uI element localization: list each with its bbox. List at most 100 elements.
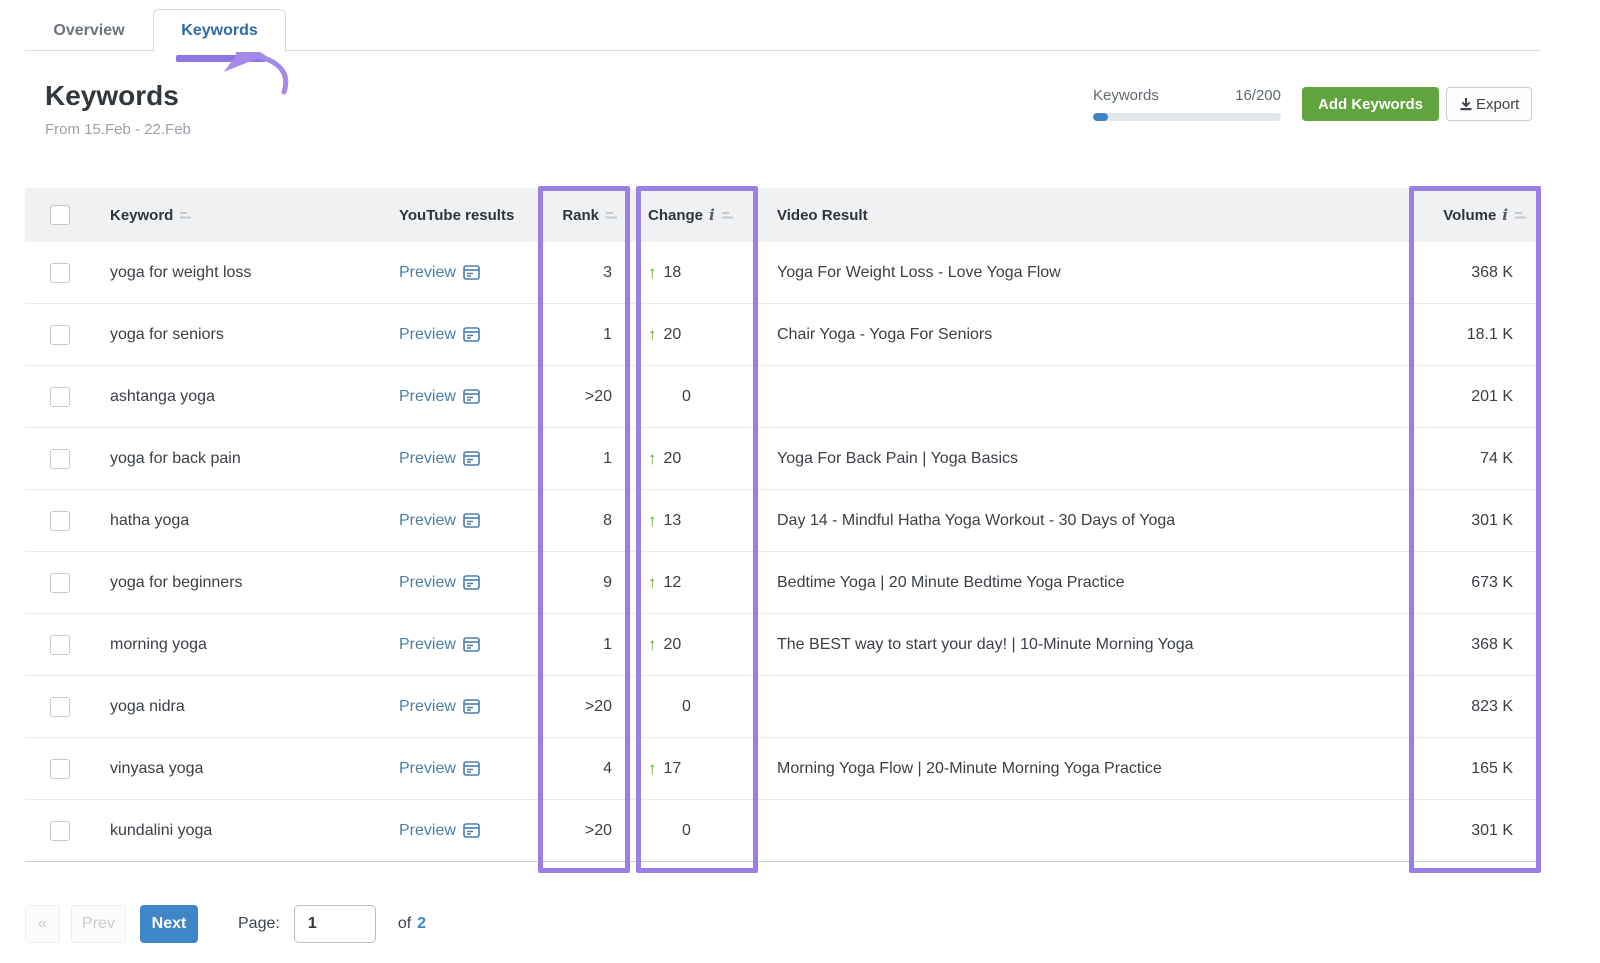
preview-window-icon [463,513,480,528]
keywords-progress-bar [1093,113,1281,121]
preview-label: Preview [399,574,456,592]
row-checkbox[interactable] [50,759,70,779]
volume-cell: 201 K [1410,388,1541,406]
video-result-cell: The BEST way to start your day! | 10-Min… [760,636,1410,654]
keyword-cell: hatha yoga [94,512,383,530]
up-arrow-icon: ↑ [648,573,657,593]
keyword-cell: morning yoga [94,636,383,654]
first-page-button[interactable]: « [25,905,60,943]
row-checkbox[interactable] [50,387,70,407]
table-row: hatha yoga Preview 8 ↑ 13 Day 14 - Mindf… [25,490,1541,552]
info-icon[interactable]: i [1502,206,1508,224]
page-number-input[interactable] [294,905,376,943]
change-cell: ↑ 0 [630,822,760,840]
change-value: 12 [664,574,682,592]
row-checkbox[interactable] [50,635,70,655]
table-row: vinyasa yoga Preview 4 ↑ 17 Morning Yoga… [25,738,1541,800]
change-value: 0 [682,388,691,406]
preview-label: Preview [399,264,456,282]
row-checkbox[interactable] [50,821,70,841]
tab-overview[interactable]: Overview [25,10,153,51]
header-volume[interactable]: Volume i [1443,206,1527,224]
preview-link[interactable]: Preview [399,388,480,406]
up-arrow-icon: ↑ [648,263,657,283]
next-page-button[interactable]: Next [140,905,198,943]
change-cell: ↑ 20 [630,635,760,655]
total-pages-link[interactable]: 2 [417,915,426,933]
change-cell: ↑ 0 [630,388,760,406]
change-value: 20 [664,636,682,654]
table-row: yoga for back pain Preview 1 ↑ 20 Yoga F… [25,428,1541,490]
change-value: 18 [664,264,682,282]
select-all-checkbox[interactable] [50,205,70,225]
volume-cell: 301 K [1410,512,1541,530]
change-cell: ↑ 20 [630,325,760,345]
preview-window-icon [463,637,480,652]
keywords-progress-fill [1093,113,1108,121]
video-result-cell: Yoga For Weight Loss - Love Yoga Flow [760,264,1410,282]
add-keywords-button[interactable]: Add Keywords [1302,87,1439,121]
preview-link[interactable]: Preview [399,760,480,778]
rank-cell: 3 [533,264,630,282]
of-label: of [398,915,411,933]
rank-cell: 1 [533,326,630,344]
video-result-cell: Chair Yoga - Yoga For Seniors [760,326,1410,344]
preview-link[interactable]: Preview [399,574,480,592]
header-change[interactable]: Change i [648,206,734,224]
volume-cell: 368 K [1410,636,1541,654]
header-rank[interactable]: Rank [562,207,618,224]
preview-link[interactable]: Preview [399,264,480,282]
up-arrow-icon: ↑ [648,635,657,655]
volume-cell: 368 K [1410,264,1541,282]
preview-link[interactable]: Preview [399,450,480,468]
preview-link[interactable]: Preview [399,326,480,344]
keyword-cell: yoga for beginners [94,574,383,592]
download-icon [1459,97,1473,111]
prev-page-button[interactable]: Prev [71,905,126,943]
keywords-counter-label: Keywords [1093,87,1159,104]
volume-cell: 301 K [1410,822,1541,840]
change-cell: ↑ 17 [630,759,760,779]
volume-cell: 823 K [1410,698,1541,716]
preview-label: Preview [399,698,456,716]
preview-label: Preview [399,760,456,778]
row-checkbox[interactable] [50,511,70,531]
rank-cell: 1 [533,636,630,654]
change-value: 17 [664,760,682,778]
preview-link[interactable]: Preview [399,512,480,530]
table-row: kundalini yoga Preview >20 ↑ 0 301 K [25,800,1541,862]
rank-cell: 4 [533,760,630,778]
change-value: 0 [682,822,691,840]
up-arrow-icon: ↑ [648,759,657,779]
tab-keywords[interactable]: Keywords [153,9,286,52]
pagination: « Prev Next Page: of 2 [25,905,426,943]
preview-link[interactable]: Preview [399,636,480,654]
change-value: 20 [664,326,682,344]
preview-link[interactable]: Preview [399,822,480,840]
row-checkbox[interactable] [50,449,70,469]
table-row: yoga for weight loss Preview 3 ↑ 18 Yoga… [25,242,1541,304]
keywords-counter-value: 16/200 [1190,87,1281,104]
info-icon[interactable]: i [709,206,715,224]
up-arrow-icon: ↑ [648,511,657,531]
preview-window-icon [463,699,480,714]
preview-link[interactable]: Preview [399,698,480,716]
export-button[interactable]: Export [1446,87,1532,121]
keyword-cell: kundalini yoga [94,822,383,840]
row-checkbox[interactable] [50,697,70,717]
rank-cell: 8 [533,512,630,530]
row-checkbox[interactable] [50,263,70,283]
video-result-cell: Morning Yoga Flow | 20-Minute Morning Yo… [760,760,1410,778]
preview-window-icon [463,575,480,590]
preview-window-icon [463,823,480,838]
rank-cell: >20 [533,388,630,406]
header-keyword[interactable]: Keyword [110,207,192,224]
row-checkbox[interactable] [50,325,70,345]
change-value: 0 [682,698,691,716]
table-header-row: Keyword YouTube results Rank Change i Vi… [25,188,1541,242]
header-youtube-results: YouTube results [383,207,533,224]
preview-label: Preview [399,450,456,468]
volume-cell: 18.1 K [1410,326,1541,344]
sort-icon [179,209,192,221]
row-checkbox[interactable] [50,573,70,593]
